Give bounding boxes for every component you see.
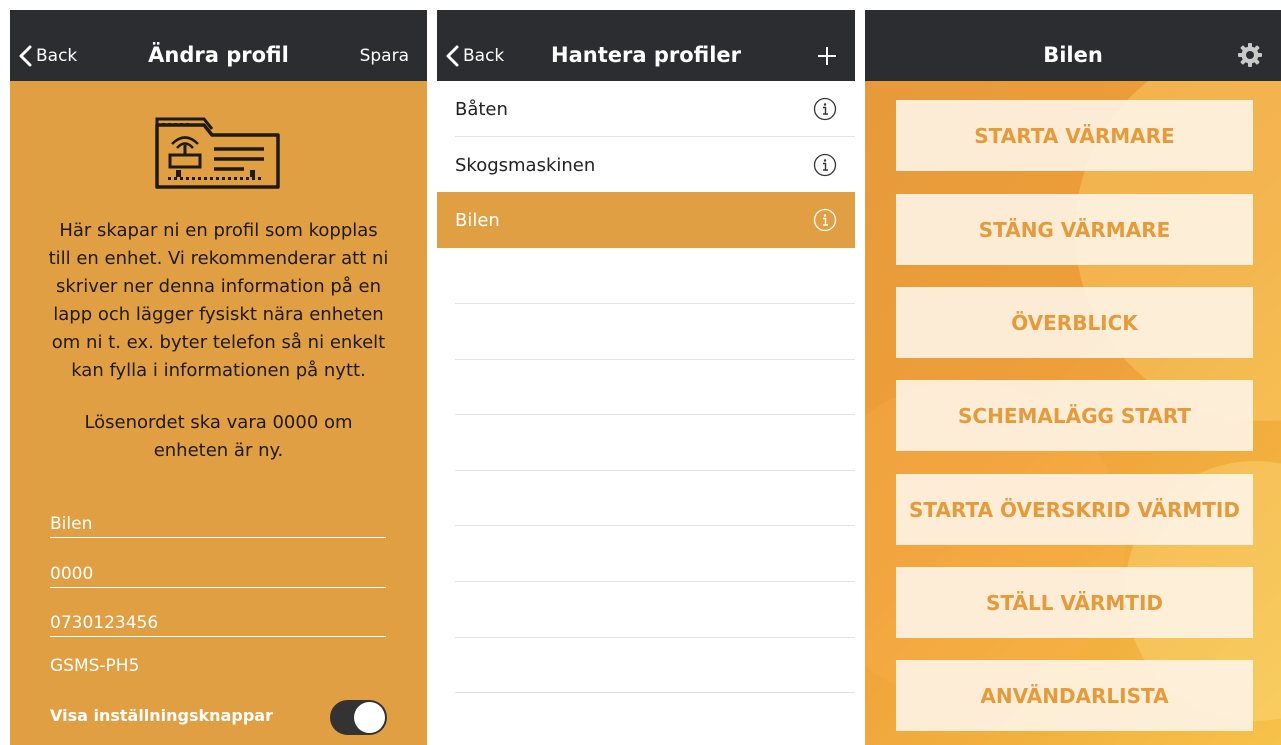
device-model-select[interactable]: GSMS-PH5 (50, 656, 139, 676)
list-item-selected[interactable]: Bilen (437, 192, 855, 248)
save-button[interactable]: Spara (360, 46, 409, 66)
show-settings-buttons-toggle[interactable] (330, 700, 387, 735)
background: STARTA VÄRMARE STÄNG VÄRMARE ÖVERBLICK S… (865, 81, 1281, 745)
profile-list: Båten Skogsmaskinen Bilen (437, 81, 855, 745)
divider (455, 692, 855, 693)
info-icon[interactable] (813, 153, 837, 177)
back-label: Back (463, 46, 505, 66)
navbar: Back Ändra profil Spara (10, 10, 427, 81)
divider (455, 470, 855, 471)
divider (455, 637, 855, 638)
divider (455, 303, 855, 304)
profile-name: Bilen (455, 209, 500, 231)
override-heating-time-button[interactable]: STARTA ÖVERSKRID VÄRMTID (896, 474, 1253, 545)
gear-icon[interactable] (1237, 42, 1263, 68)
intro-text: Här skapar ni en profil som kopplas till… (48, 220, 389, 381)
edit-profile-screen: Back Ändra profil Spara Här skapar ni en… (10, 10, 427, 745)
vehicle-screen: Bilen STARTA VÄRMARE STÄNG VÄRMARE ÖVERB… (865, 10, 1281, 745)
back-button[interactable]: Back (445, 40, 504, 72)
stop-heater-button[interactable]: STÄNG VÄRMARE (896, 194, 1253, 265)
toggle-label: Visa inställningsknappar (50, 706, 273, 725)
overview-button[interactable]: ÖVERBLICK (896, 287, 1253, 358)
profile-name-field[interactable]: Bilen (50, 504, 386, 538)
phone-number-field[interactable]: 0730123456 (50, 603, 386, 637)
divider (455, 359, 855, 360)
divider (455, 414, 855, 415)
info-icon[interactable] (813, 97, 837, 121)
navbar: Bilen (865, 10, 1281, 81)
page-title: Bilen (1043, 43, 1103, 67)
profile-name: Skogsmaskinen (455, 154, 596, 176)
chevron-left-icon (19, 45, 32, 67)
password-note: Lösenordet ska vara 0000 om enheten är n… (84, 412, 353, 461)
start-heater-button[interactable]: STARTA VÄRMARE (896, 100, 1253, 171)
info-icon[interactable] (813, 208, 837, 232)
list-item[interactable]: Skogsmaskinen (437, 137, 855, 193)
divider (455, 581, 855, 582)
list-item[interactable]: Båten (437, 81, 855, 137)
user-list-button[interactable]: ANVÄNDARLISTA (896, 660, 1253, 731)
schedule-start-button[interactable]: SCHEMALÄGG START (896, 380, 1253, 451)
password-field[interactable]: 0000 (50, 554, 386, 588)
chevron-left-icon (446, 45, 459, 67)
divider (455, 525, 855, 526)
set-heating-time-button[interactable]: STÄLL VÄRMTID (896, 567, 1253, 638)
toggle-knob (354, 702, 385, 733)
navbar: Back Hantera profiler (437, 10, 855, 81)
back-label: Back (36, 46, 78, 66)
manage-profiles-screen: Back Hantera profiler Båten Skogsmaskine… (437, 10, 855, 745)
router-device-icon (155, 117, 280, 189)
back-button[interactable]: Back (18, 40, 77, 72)
profile-name: Båten (455, 98, 508, 120)
edit-profile-content: Här skapar ni en profil som kopplas till… (10, 81, 427, 745)
plus-icon[interactable] (817, 46, 837, 66)
